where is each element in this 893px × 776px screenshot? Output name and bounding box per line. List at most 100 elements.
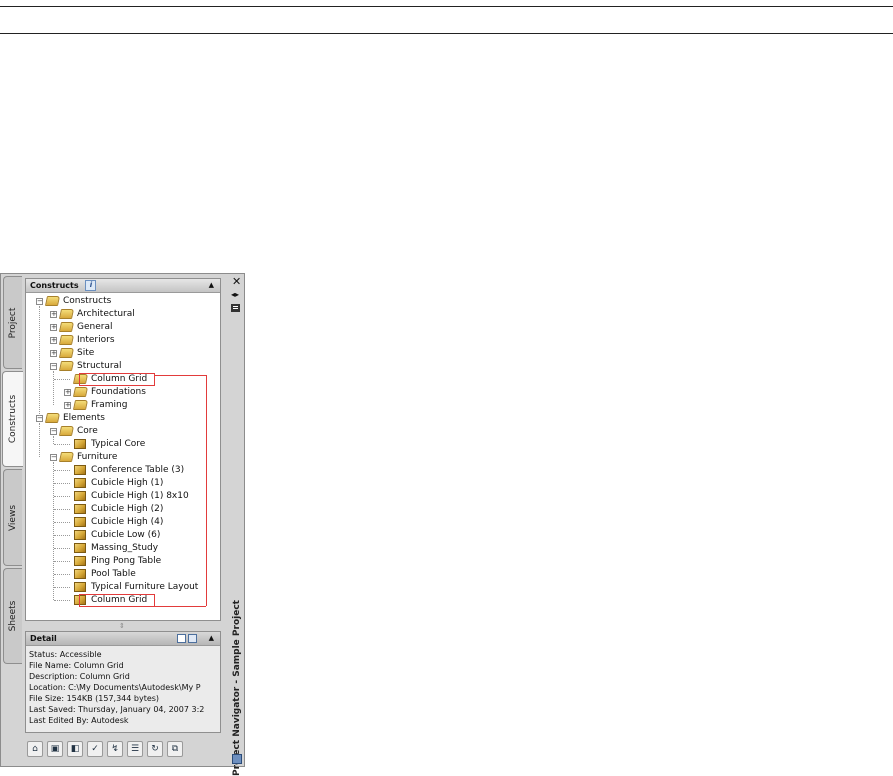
tree-connector <box>54 444 70 445</box>
tree-node[interactable]: Massing_Study <box>26 542 216 555</box>
top-rule-1 <box>0 6 893 7</box>
palette-title: Project Navigator - Sample Project <box>232 600 242 776</box>
add-construct-icon[interactable]: ⌂ <box>27 741 43 757</box>
repath-icon[interactable]: ✓ <box>87 741 103 757</box>
tree-node[interactable]: Cubicle High (1) 8x10 <box>26 490 216 503</box>
auto-hide-icon[interactable]: ◂▸ <box>231 290 239 299</box>
tree-node[interactable]: + Framing <box>26 399 216 412</box>
detail-location: Location: C:\My Documents\Autodesk\My P <box>29 683 201 692</box>
detail-collapse-icon[interactable]: ▲ <box>209 632 214 645</box>
regenerate-icon[interactable]: ↯ <box>107 741 123 757</box>
highlight-connector <box>206 375 207 606</box>
tree-node-label: Conference Table (3) <box>91 465 185 475</box>
refresh-icon[interactable]: ↻ <box>147 741 163 757</box>
tree-node[interactable]: − Furniture <box>26 451 216 464</box>
element-box-icon <box>74 556 86 566</box>
preview-view-icon[interactable] <box>188 634 197 643</box>
add-element-icon[interactable]: ▣ <box>47 741 63 757</box>
highlight-box <box>79 594 155 607</box>
tab-project[interactable]: Project <box>3 276 22 369</box>
tab-constructs[interactable]: Constructs <box>2 371 23 467</box>
tree-node[interactable]: + Site <box>26 347 216 360</box>
palette-tabs: Project Constructs Views Sheets <box>1 274 23 766</box>
collapse-node-icon[interactable]: − <box>36 298 43 305</box>
highlight-box <box>79 373 155 386</box>
tree-node[interactable]: − Core <box>26 425 216 438</box>
tree-connector <box>54 496 70 497</box>
tree-node[interactable]: Typical Furniture Layout <box>26 581 216 594</box>
tree-node[interactable]: + Architectural <box>26 308 216 321</box>
copy-icon[interactable]: ⧉ <box>167 741 183 757</box>
tree-node-label: Cubicle Low (6) <box>91 530 161 540</box>
tree-node[interactable]: + Interiors <box>26 334 216 347</box>
tree-node[interactable]: Cubicle High (2) <box>26 503 216 516</box>
tree-node-label: Cubicle High (1) <box>91 478 164 488</box>
tree-connector <box>54 509 70 510</box>
tab-sheets[interactable]: Sheets <box>3 568 22 664</box>
constructs-panel-title: Constructs <box>30 281 79 290</box>
tree-guide-line <box>39 306 40 418</box>
tree-node[interactable]: Typical Core <box>26 438 216 451</box>
palette-title-strip[interactable]: ✕ ◂▸ Project Navigator - Sample Project <box>228 274 244 776</box>
folder-icon <box>58 426 75 436</box>
expand-node-icon[interactable]: + <box>64 389 71 396</box>
tree-node[interactable]: Cubicle High (4) <box>26 516 216 529</box>
expand-node-icon[interactable]: + <box>50 337 57 344</box>
tree-connector <box>54 587 70 588</box>
info-icon[interactable]: i <box>85 280 97 291</box>
tree-node[interactable]: Cubicle High (1) <box>26 477 216 490</box>
tree-node[interactable]: − Elements <box>26 412 216 425</box>
folder-icon <box>58 309 75 319</box>
tree-node[interactable]: − Constructs <box>26 295 216 308</box>
expand-node-icon[interactable]: + <box>50 324 57 331</box>
palette-corner-icon[interactable] <box>232 754 242 764</box>
element-box-icon <box>74 543 86 553</box>
collapse-node-icon[interactable]: − <box>50 454 57 461</box>
properties-menu-icon[interactable] <box>231 304 240 312</box>
element-box-icon <box>74 504 86 514</box>
new-category-icon[interactable]: ◧ <box>67 741 83 757</box>
close-icon[interactable]: ✕ <box>232 275 241 288</box>
detail-status: Status: Accessible <box>29 650 102 659</box>
tab-views[interactable]: Views <box>3 469 22 566</box>
tree-node[interactable]: Cubicle Low (6) <box>26 529 216 542</box>
tree-guide-line <box>39 423 40 457</box>
tree-node[interactable]: Conference Table (3) <box>26 464 216 477</box>
list-view-icon[interactable]: ☰ <box>127 741 143 757</box>
expand-node-icon[interactable]: + <box>50 350 57 357</box>
collapse-node-icon[interactable]: − <box>50 363 57 370</box>
expand-node-icon[interactable]: + <box>50 311 57 318</box>
tree-node-label: Constructs <box>63 296 112 306</box>
expand-node-icon[interactable]: + <box>64 402 71 409</box>
folder-icon <box>58 335 75 345</box>
detail-panel-header: Detail ▲ <box>26 632 220 646</box>
detail-file-name: File Name: Column Grid <box>29 661 124 670</box>
tree-node-label: Site <box>77 348 95 358</box>
tree-node[interactable]: − Structural <box>26 360 216 373</box>
tree-node[interactable]: + Foundations <box>26 386 216 399</box>
tree-node-label: Cubicle High (2) <box>91 504 164 514</box>
detail-panel-title: Detail <box>30 634 57 643</box>
element-box-icon <box>74 465 86 475</box>
collapse-up-icon[interactable]: ▲ <box>209 279 214 292</box>
detail-last-edited: Last Edited By: Autodesk <box>29 716 129 725</box>
top-rule-2 <box>0 33 893 34</box>
detail-description: Description: Column Grid <box>29 672 130 681</box>
tree-node[interactable]: Pool Table <box>26 568 216 581</box>
tree-guide-line <box>53 371 54 405</box>
folder-icon <box>58 452 75 462</box>
detail-lines: Status: Accessible File Name: Column Gri… <box>26 646 220 726</box>
detail-view-icon[interactable] <box>177 634 186 643</box>
tree-node-label: Interiors <box>77 335 115 345</box>
tree-connector <box>54 535 70 536</box>
tree-node[interactable]: + General <box>26 321 216 334</box>
tree-node-label: Foundations <box>91 387 146 397</box>
tree-node-label: Cubicle High (1) 8x10 <box>91 491 189 501</box>
collapse-node-icon[interactable]: − <box>50 428 57 435</box>
tree-node[interactable]: Ping Pong Table <box>26 555 216 568</box>
splitter-grip-icon[interactable]: ⇕ <box>119 622 125 630</box>
element-box-icon <box>74 439 86 449</box>
tree-guide-line <box>53 462 54 600</box>
element-box-icon <box>74 530 86 540</box>
tree-connector <box>54 483 70 484</box>
